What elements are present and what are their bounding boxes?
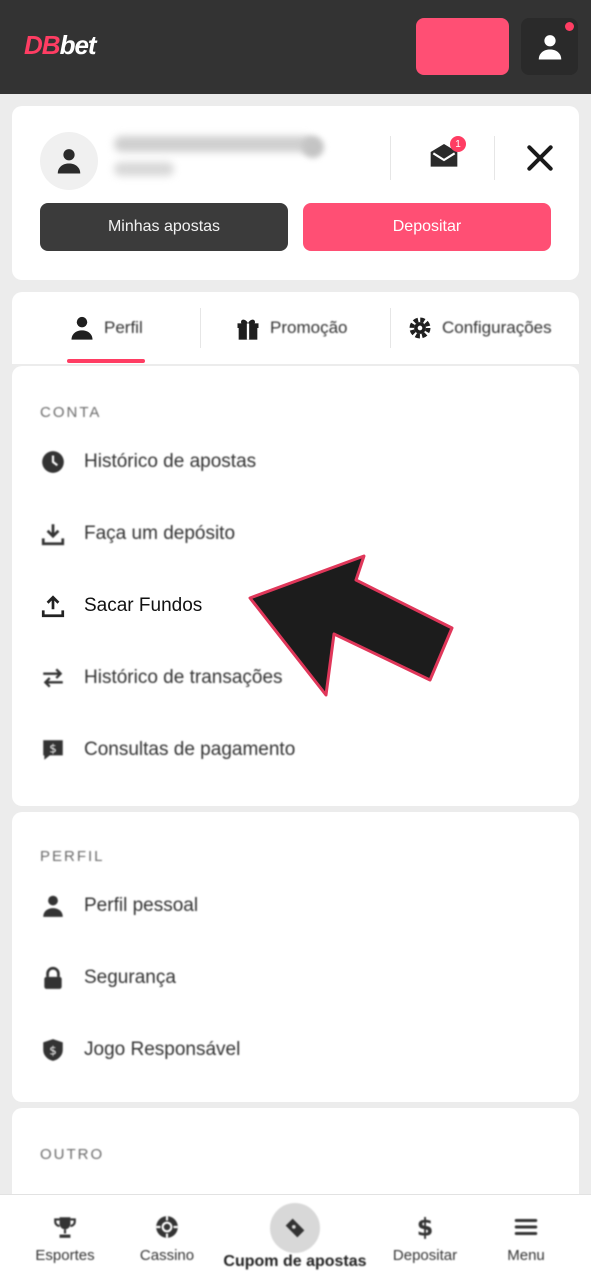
user-menu-button[interactable]: [521, 18, 578, 75]
clock-icon: [42, 451, 64, 473]
menu-item-deposit[interactable]: Faça um depósito: [40, 516, 560, 552]
gift-icon: [237, 319, 259, 340]
lock-icon: [44, 966, 62, 989]
user-icon: [57, 149, 81, 174]
trophy-icon: [54, 1217, 76, 1238]
close-icon: [527, 145, 553, 171]
divider: [390, 308, 391, 348]
nav-deposit[interactable]: $ Depositar: [384, 1213, 466, 1264]
blurred-user-id: [114, 162, 174, 176]
divider: [200, 308, 201, 348]
gear-icon: [409, 317, 431, 339]
shield-icon: $: [43, 1039, 63, 1061]
hamburger-icon: [514, 1218, 538, 1236]
section-perfil: PERFIL Perfil pessoal Segurança $ Jogo R…: [12, 812, 579, 1102]
blurred-username: [114, 136, 314, 152]
transfer-icon: [43, 668, 63, 688]
logo[interactable]: DBbet: [24, 30, 97, 61]
top-bar: DBbet: [0, 0, 591, 94]
header-action-button[interactable]: [416, 18, 509, 75]
close-button[interactable]: [520, 138, 560, 178]
casino-chip-icon: [156, 1216, 178, 1238]
menu-item-personal-profile[interactable]: Perfil pessoal: [40, 888, 560, 924]
divider: [390, 136, 391, 180]
account-card: 1 Minhas apostas Depositar: [12, 106, 579, 280]
svg-text:$: $: [417, 1214, 434, 1240]
messages-button[interactable]: 1: [426, 136, 466, 174]
deposit-button[interactable]: Depositar: [303, 203, 551, 251]
tab-perfil[interactable]: Perfil: [68, 312, 143, 344]
dollar-icon: $: [417, 1214, 434, 1240]
menu-item-security[interactable]: Segurança: [40, 960, 560, 996]
svg-text:$: $: [49, 1043, 57, 1057]
tab-promocao[interactable]: Promoção: [234, 312, 347, 344]
divider: [494, 136, 495, 180]
ticket-icon: [285, 1218, 305, 1238]
user-icon: [538, 34, 561, 59]
dollar-chat-icon: $: [43, 740, 63, 760]
user-icon: [71, 316, 93, 340]
notification-badge: 1: [450, 136, 466, 152]
upload-icon: [41, 595, 65, 618]
bottom-nav: Esportes Cassino Cupom de apostas $ Depo…: [0, 1194, 591, 1280]
download-icon: [41, 524, 65, 546]
eye-icon[interactable]: [302, 136, 324, 158]
notification-dot: [565, 22, 574, 31]
svg-text:$: $: [49, 742, 57, 756]
nav-casino[interactable]: Cassino: [132, 1213, 202, 1264]
menu-item-payment-inquiries[interactable]: $ Consultas de pagamento: [40, 732, 560, 768]
menu-item-responsible-gaming[interactable]: $ Jogo Responsável: [40, 1032, 560, 1068]
menu-item-bet-history[interactable]: Histórico de apostas: [40, 444, 560, 480]
pointer-arrow-annotation: [248, 554, 454, 697]
section-title: CONTA: [40, 404, 102, 421]
section-title: OUTRO: [40, 1146, 105, 1163]
nav-sports[interactable]: Esportes: [28, 1213, 102, 1264]
active-tab-indicator: [67, 359, 145, 363]
avatar: [40, 132, 98, 190]
tabs-bar: Perfil Promoção Configurações: [12, 292, 579, 364]
section-title: PERFIL: [40, 848, 105, 865]
nav-betslip-label: Cupom de apostas: [223, 1253, 367, 1270]
nav-menu[interactable]: Menu: [498, 1213, 554, 1264]
tab-configuracoes[interactable]: Configurações: [406, 312, 552, 344]
user-icon: [43, 895, 63, 917]
my-bets-button[interactable]: Minhas apostas: [40, 203, 288, 251]
nav-betslip[interactable]: [270, 1203, 320, 1253]
section-outro: OUTRO: [12, 1108, 579, 1208]
